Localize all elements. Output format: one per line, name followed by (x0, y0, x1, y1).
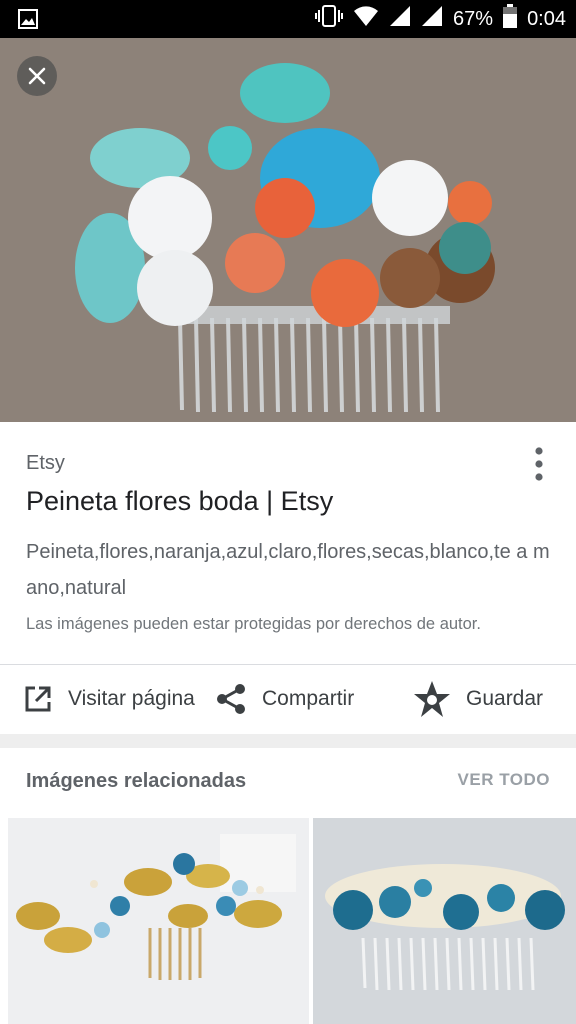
wifi-icon (353, 5, 379, 33)
battery-icon (503, 4, 518, 34)
copyright-notice: Las imágenes pueden estar protegidas por… (26, 615, 481, 633)
visit-page-label: Visitar página (68, 687, 195, 710)
result-title[interactable]: Peineta flores boda | Etsy (26, 486, 333, 517)
related-image-thumbnail[interactable] (313, 818, 576, 1024)
save-button[interactable]: Guardar (412, 676, 543, 722)
source-label: Etsy (26, 452, 65, 474)
related-image-thumbnail[interactable] (8, 818, 309, 1024)
related-images-section: Imágenes relacionadas VER TODO (0, 748, 576, 1024)
signal-icon (389, 5, 411, 33)
view-all-link[interactable]: VER TODO (458, 770, 550, 790)
more-options-icon[interactable] (530, 446, 548, 482)
close-icon (28, 67, 46, 85)
battery-percent: 67% (453, 7, 494, 30)
star-icon (414, 681, 450, 717)
visit-page-button[interactable]: Visitar página (22, 676, 195, 722)
result-card: Etsy Peineta flores boda | Etsy Peineta,… (0, 422, 576, 734)
image-icon (18, 9, 38, 34)
save-label: Guardar (466, 687, 544, 710)
related-images-title: Imágenes relacionadas (26, 770, 247, 792)
status-bar: 67% 0:04 (0, 0, 576, 38)
hero-image[interactable] (0, 38, 576, 422)
close-button[interactable] (17, 56, 57, 96)
signal-icon (421, 5, 443, 33)
result-description: Peineta,flores,naranja,azul,claro,flores… (26, 541, 550, 599)
share-label: Compartir (262, 687, 355, 710)
share-icon (217, 684, 245, 714)
share-button[interactable]: Compartir (214, 676, 354, 722)
open-in-new-icon (25, 686, 51, 712)
clock: 0:04 (527, 7, 566, 30)
vibrate-icon (315, 5, 344, 33)
divider (0, 664, 576, 665)
